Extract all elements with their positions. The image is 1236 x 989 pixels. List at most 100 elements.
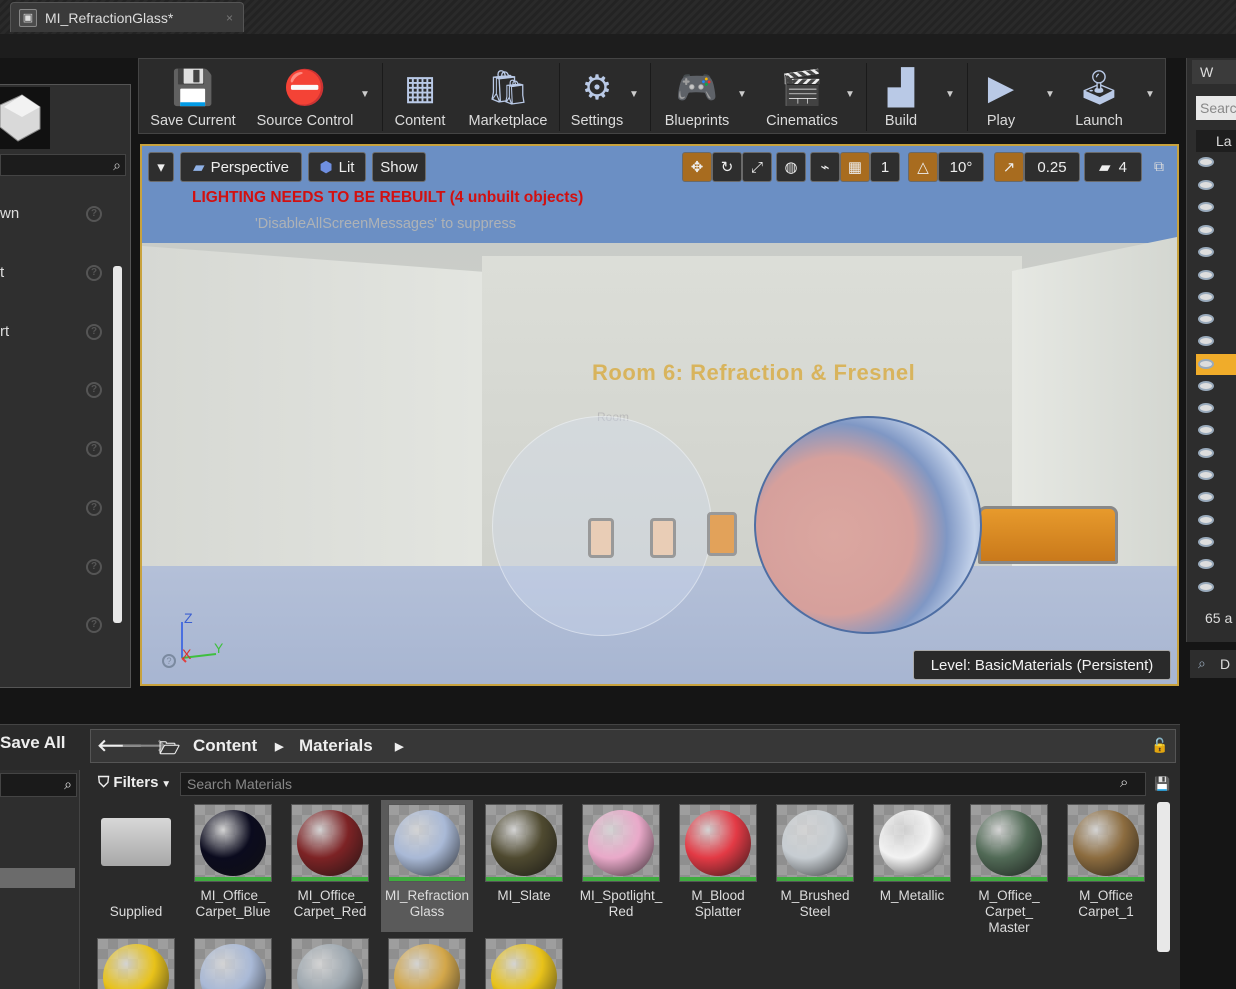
visibility-eye-icon[interactable] bbox=[1198, 270, 1214, 280]
visibility-eye-icon[interactable] bbox=[1198, 225, 1214, 235]
breadcrumb-content[interactable]: Content bbox=[193, 736, 257, 756]
grid-size-button[interactable]: 1 bbox=[870, 152, 900, 182]
asset-tile[interactable]: MI_Refraction Glass bbox=[381, 800, 473, 932]
refraction-glass-sphere[interactable] bbox=[754, 416, 982, 634]
cinematics-dropdown-icon[interactable]: ▼ bbox=[845, 89, 855, 100]
visibility-eye-icon[interactable] bbox=[1198, 403, 1214, 413]
viewport-options-dropdown[interactable]: ▾ bbox=[148, 152, 174, 182]
cinematics-button[interactable]: 🎬 Cinematics bbox=[759, 59, 845, 135]
translate-tool-icon[interactable]: ✥ bbox=[682, 152, 712, 182]
help-icon[interactable]: ? bbox=[86, 324, 102, 340]
help-icon[interactable]: ? bbox=[86, 559, 102, 575]
outliner-column-header[interactable]: La bbox=[1196, 130, 1236, 152]
lit-button[interactable]: ⬢ Lit bbox=[308, 152, 366, 182]
visibility-eye-icon[interactable] bbox=[1198, 314, 1214, 324]
breadcrumb-arrow-icon[interactable]: ▶ bbox=[395, 740, 403, 753]
play-dropdown-icon[interactable]: ▼ bbox=[1045, 89, 1055, 100]
source-control-dropdown-icon[interactable]: ▼ bbox=[360, 89, 370, 100]
grid-snap-icon[interactable]: ▦ bbox=[840, 152, 870, 182]
maximize-viewport-icon[interactable]: ⧉ bbox=[1154, 158, 1164, 175]
modes-tab-thumbnail[interactable] bbox=[0, 87, 50, 149]
help-icon[interactable]: ? bbox=[86, 206, 102, 222]
marketplace-button[interactable]: 🛍 Marketplace bbox=[461, 59, 555, 135]
asset-tile[interactable]: M_Office Carpet_1 bbox=[1060, 800, 1152, 936]
asset-tile[interactable]: MI_Spotlight_ Red bbox=[575, 800, 667, 932]
asset-tile[interactable] bbox=[187, 938, 279, 989]
asset-tile[interactable]: MI_Office_ Carpet_Blue bbox=[187, 800, 279, 932]
visibility-eye-icon[interactable] bbox=[1198, 559, 1214, 569]
visibility-eye-icon[interactable] bbox=[1198, 180, 1214, 190]
visibility-eye-icon[interactable] bbox=[1198, 359, 1214, 369]
surface-snap-icon[interactable]: ⌁ bbox=[810, 152, 840, 182]
rotation-snap-value[interactable]: 10° bbox=[938, 152, 984, 182]
viewport-help-icon[interactable]: ? bbox=[162, 654, 176, 668]
save-current-button[interactable]: 💾 Save Current bbox=[147, 59, 239, 135]
help-icon[interactable]: ? bbox=[86, 265, 102, 281]
rotate-tool-icon[interactable]: ↻ bbox=[712, 152, 742, 182]
asset-tile[interactable] bbox=[381, 938, 473, 989]
world-local-icon[interactable]: ◍ bbox=[776, 152, 806, 182]
chair[interactable] bbox=[588, 518, 614, 558]
asset-tile[interactable]: M_Brushed Steel bbox=[769, 800, 861, 932]
visibility-eye-icon[interactable] bbox=[1198, 515, 1214, 525]
save-search-icon[interactable]: 💾 bbox=[1154, 776, 1170, 792]
asset-tile[interactable]: M_Office_ Carpet_ Master bbox=[963, 800, 1055, 936]
breadcrumb-arrow-icon[interactable]: ▶ bbox=[275, 740, 283, 753]
save-all-button[interactable]: Save All bbox=[0, 733, 66, 753]
filters-button[interactable]: ⛉ Filters ▼ bbox=[98, 774, 171, 791]
asset-search-input[interactable]: Search Materials bbox=[180, 772, 1146, 796]
details-tab[interactable]: D bbox=[1190, 650, 1236, 678]
folder-tile[interactable]: Supplied bbox=[90, 800, 182, 932]
asset-tile[interactable] bbox=[90, 938, 182, 989]
asset-tile[interactable]: MI_Office_ Carpet_Red bbox=[284, 800, 376, 932]
scale-tool-icon[interactable]: ⤢ bbox=[742, 152, 772, 182]
visibility-eye-icon[interactable] bbox=[1198, 537, 1214, 547]
visibility-eye-icon[interactable] bbox=[1198, 582, 1214, 592]
visibility-eye-icon[interactable] bbox=[1198, 381, 1214, 391]
asset-tile[interactable] bbox=[478, 938, 570, 989]
visibility-eye-icon[interactable] bbox=[1198, 202, 1214, 212]
visibility-eye-icon[interactable] bbox=[1198, 247, 1214, 257]
scale-snap-icon[interactable]: ↗ bbox=[994, 152, 1024, 182]
settings-button[interactable]: ⚙ Settings bbox=[566, 59, 628, 135]
show-button[interactable]: Show bbox=[372, 152, 426, 182]
sources-search-input[interactable]: ⌕ bbox=[0, 773, 77, 797]
blueprints-dropdown-icon[interactable]: ▼ bbox=[737, 89, 747, 100]
camera-speed-button[interactable]: ▰ 4 bbox=[1084, 152, 1142, 182]
chair[interactable] bbox=[707, 512, 737, 556]
modes-scrollbar[interactable] bbox=[113, 266, 122, 623]
asset-tile[interactable]: M_Metallic bbox=[866, 800, 958, 932]
bench[interactable] bbox=[978, 506, 1118, 564]
asset-tile[interactable] bbox=[284, 938, 376, 989]
visibility-eye-icon[interactable] bbox=[1198, 157, 1214, 167]
outliner-search-input[interactable]: Searc bbox=[1196, 96, 1236, 120]
launch-dropdown-icon[interactable]: ▼ bbox=[1145, 89, 1155, 100]
help-icon[interactable]: ? bbox=[86, 382, 102, 398]
build-button[interactable]: ▟ Build bbox=[871, 59, 931, 135]
scale-snap-value[interactable]: 0.25 bbox=[1024, 152, 1080, 182]
asset-tile[interactable]: MI_Slate bbox=[478, 800, 570, 932]
launch-button[interactable]: 🕹 Launch bbox=[1067, 59, 1131, 135]
visibility-eye-icon[interactable] bbox=[1198, 292, 1214, 302]
chair[interactable] bbox=[650, 518, 676, 558]
level-viewport[interactable]: Room 6: Refraction & Fresnel Room ▾ ▰ Per… bbox=[140, 144, 1179, 686]
content-button[interactable]: ▦ Content bbox=[389, 59, 451, 135]
sources-selected-row[interactable] bbox=[0, 868, 75, 888]
rotation-snap-icon[interactable]: △ bbox=[908, 152, 938, 182]
visibility-eye-icon[interactable] bbox=[1198, 492, 1214, 502]
visibility-eye-icon[interactable] bbox=[1198, 448, 1214, 458]
blueprints-button[interactable]: 🎮 Blueprints bbox=[657, 59, 737, 135]
visibility-eye-icon[interactable] bbox=[1198, 336, 1214, 346]
lock-icon[interactable]: 🔓 bbox=[1151, 737, 1168, 754]
play-button[interactable]: ▶ Play bbox=[971, 59, 1031, 135]
visibility-eye-icon[interactable] bbox=[1198, 470, 1214, 480]
help-icon[interactable]: ? bbox=[86, 441, 102, 457]
breadcrumb-materials[interactable]: Materials bbox=[299, 736, 373, 756]
build-dropdown-icon[interactable]: ▼ bbox=[945, 89, 955, 100]
settings-dropdown-icon[interactable]: ▼ bbox=[629, 89, 639, 100]
asset-scrollbar[interactable] bbox=[1157, 802, 1170, 952]
visibility-eye-icon[interactable] bbox=[1198, 425, 1214, 435]
help-icon[interactable]: ? bbox=[86, 617, 102, 633]
asset-tile[interactable]: M_Blood Splatter bbox=[672, 800, 764, 932]
help-icon[interactable]: ? bbox=[86, 500, 102, 516]
